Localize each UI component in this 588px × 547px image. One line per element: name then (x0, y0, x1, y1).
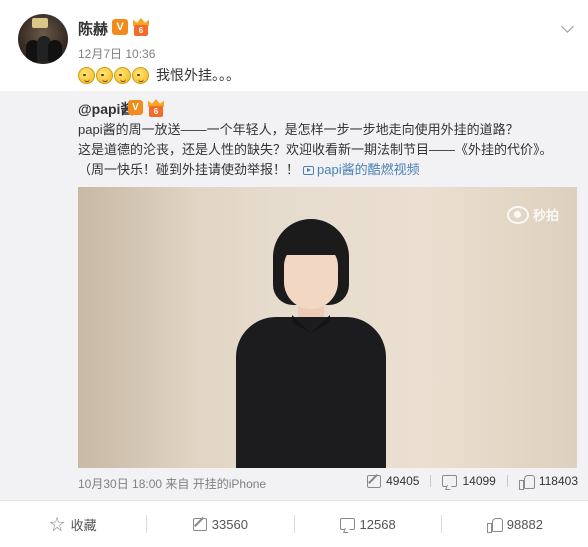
repost-button[interactable]: 33560 (147, 501, 293, 547)
original-vip-crown-icon: 6 (147, 99, 165, 117)
original-vip-level: 6 (149, 106, 163, 117)
comment-button[interactable]: 12568 (295, 501, 441, 547)
dizzy-face-emoji-icon (78, 66, 95, 84)
original-post-stats: 49405 14099 118403 (367, 474, 578, 490)
dizzy-face-emoji-icon (96, 66, 113, 84)
vip-crown-icon: 6 (132, 18, 150, 36)
verified-badge: V (112, 19, 128, 35)
weibo-post: 陈赫 V 6 12月7日 10:36 我恨外挂。。。 @papi酱 V 6 pa… (0, 0, 588, 547)
star-icon (49, 516, 65, 532)
miaopai-logo-icon (506, 205, 529, 224)
chevron-down-icon[interactable] (561, 20, 575, 34)
reposted-content: @papi酱 V 6 papi酱的周一放送——一个年轻人，是怎样一步一步地走向使… (0, 91, 588, 500)
thumbs-up-icon (486, 517, 503, 533)
vip-level: 6 (134, 25, 148, 36)
repost-icon (367, 474, 382, 488)
post-status: 我恨外挂。。。 (78, 65, 240, 85)
original-text-line: （周一快乐！碰到外挂请使劲举报！！ papi酱的酷燃视频 (78, 160, 578, 180)
like-button[interactable]: 98882 (442, 501, 588, 547)
comment-icon (442, 475, 458, 487)
original-post-text: papi酱的周一放送——一个年轻人，是怎样一步一步地走向使用外挂的道路？ 这是道… (78, 120, 578, 180)
video-link[interactable]: papi酱的酷燃视频 (317, 162, 420, 177)
watermark-text: 秒拍 (532, 208, 559, 223)
thumbs-up-icon (518, 474, 535, 490)
author-avatar[interactable] (18, 14, 68, 64)
original-text-line-3: （周一快乐！碰到外挂请使劲举报！！ (78, 162, 300, 177)
post-timestamp[interactable]: 12月7日 10:36 (78, 45, 155, 62)
favorite-button[interactable]: 收藏 (0, 501, 146, 547)
original-text-line: papi酱的周一放送——一个年轻人，是怎样一步一步地走向使用外挂的道路？ (78, 122, 519, 137)
author-name[interactable]: 陈赫 (78, 18, 108, 39)
video-player[interactable]: 秒拍 (78, 187, 577, 468)
original-author-name[interactable]: @papi酱 (78, 99, 134, 119)
video-link-icon[interactable] (303, 166, 315, 175)
video-watermark: 秒拍 (506, 205, 559, 224)
original-verified-badge: V (128, 100, 143, 115)
original-repost-count[interactable]: 49405 (367, 474, 419, 488)
original-comment-count[interactable]: 14099 (442, 474, 496, 488)
dizzy-face-emoji-icon (132, 66, 149, 84)
original-text-line: 这是道德的沦丧，还是人性的缺失？欢迎收看新一期法制节目——《外挂的代价》。 (78, 142, 553, 157)
dizzy-face-emoji-icon (114, 66, 131, 84)
video-frame-person (218, 209, 398, 468)
original-like-count[interactable]: 118403 (518, 474, 578, 490)
status-text: 我恨外挂。。。 (156, 67, 240, 83)
action-bar: 收藏 33560 12568 98882 (0, 500, 588, 547)
comment-icon (339, 518, 355, 530)
repost-icon (192, 517, 207, 531)
original-post-meta[interactable]: 10月30日 18:00 来自 开挂的iPhone (78, 475, 266, 492)
